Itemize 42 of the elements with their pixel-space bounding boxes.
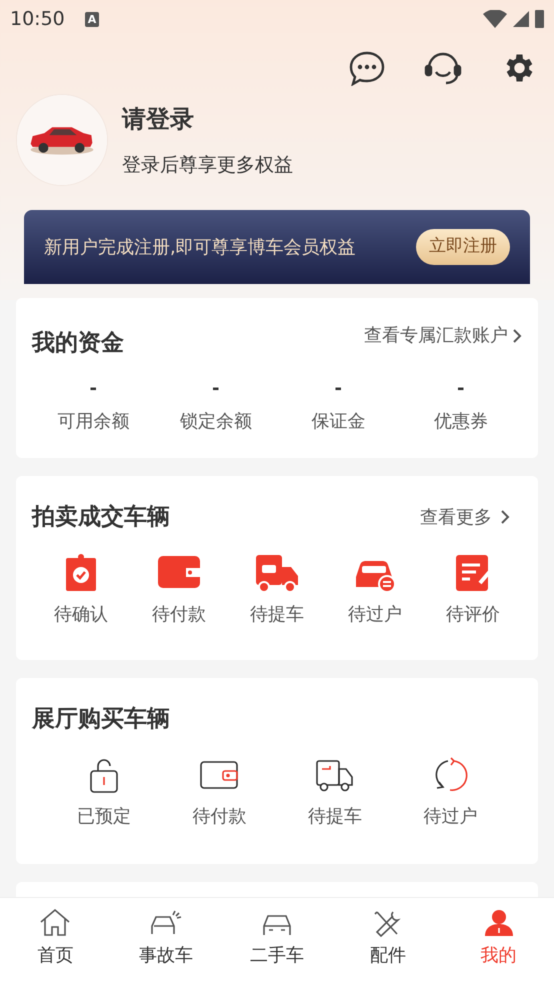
battery-icon [535, 10, 544, 28]
nav-tab[interactable]: 配件 [332, 908, 444, 984]
nav-tab[interactable]: 二手车 [222, 908, 332, 984]
fund-label: 保证金 [311, 410, 366, 434]
funds-title: 我的资金 [32, 329, 124, 358]
fund-value: - [212, 376, 220, 400]
nav-tab[interactable]: 首页 [0, 908, 111, 984]
register-button[interactable]: 立即注册 [416, 229, 510, 265]
message-icon[interactable] [348, 50, 386, 86]
showroom-title: 展厅购买车辆 [32, 706, 170, 732]
order-status-label[interactable]: 待确认 [54, 600, 108, 628]
notification-badge: A [84, 12, 100, 26]
headset-icon[interactable] [424, 50, 462, 86]
truck-icon [254, 552, 300, 592]
fund-label: 优惠券 [434, 410, 488, 434]
nav-tab[interactable]: 我的 [443, 908, 554, 984]
fund-value: - [334, 376, 342, 400]
auction-title: 拍卖成交车辆 [32, 503, 170, 532]
order-status-label[interactable]: 待提车 [250, 600, 304, 628]
status-time: 10:50 [10, 6, 65, 32]
fund-label: 锁定余额 [180, 410, 252, 434]
fund-value: - [90, 376, 97, 400]
nav-tab[interactable]: 事故车 [110, 908, 222, 984]
order-status-label[interactable]: 待付款 [192, 802, 246, 830]
wifi-icon [483, 10, 507, 28]
order-status-label[interactable]: 待过户 [423, 802, 478, 830]
order-status-label[interactable]: 待提车 [308, 802, 362, 830]
order-status-label[interactable]: 待评价 [446, 600, 500, 628]
more-link[interactable]: 查看更多 [420, 504, 522, 531]
login-title[interactable]: 请登录 [122, 100, 293, 137]
order-status-label[interactable]: 待付款 [152, 600, 206, 628]
home-icon [38, 908, 72, 938]
login-subtitle: 登录后尊享更多权益 [122, 152, 293, 178]
fund-value: - [457, 376, 464, 400]
order-status-label[interactable]: 已预定 [76, 802, 131, 830]
chevron-icon [500, 509, 510, 526]
fund-label: 可用余额 [57, 410, 130, 434]
order-status-label[interactable]: 待过户 [348, 600, 402, 628]
banner-text: 新用户完成注册,即可尊享博车会员权益 [44, 236, 356, 260]
signal-icon [513, 11, 529, 27]
funds-link[interactable]: 查看专属汇款账户 [364, 322, 522, 349]
chevron-icon [512, 328, 522, 344]
